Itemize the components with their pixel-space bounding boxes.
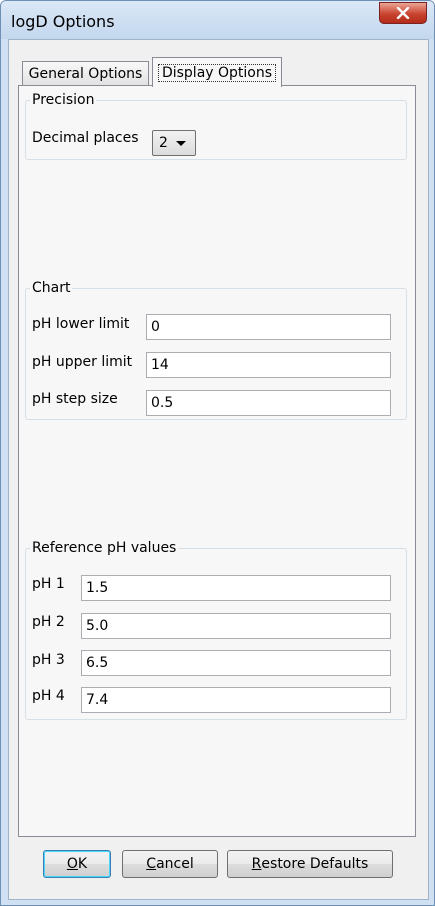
cancel-button[interactable]: Cancel bbox=[122, 850, 218, 878]
ph-3-label: pH 3 bbox=[32, 652, 65, 668]
ph-4-input[interactable]: 7.4 bbox=[81, 687, 391, 713]
ph-4-label: pH 4 bbox=[32, 688, 65, 704]
dialog-client-area: General Options Display Options Precisio… bbox=[8, 39, 429, 900]
dialog-window: logD Options General Options Display Opt… bbox=[0, 0, 435, 906]
ph-1-label: pH 1 bbox=[32, 576, 65, 592]
ph-step-size-label: pH step size bbox=[32, 391, 118, 407]
ph-upper-limit-input[interactable]: 14 bbox=[146, 352, 391, 378]
cancel-accel: C bbox=[146, 856, 157, 872]
ph-1-input[interactable]: 1.5 bbox=[81, 575, 391, 601]
precision-group: Precision Decimal places 2 bbox=[25, 92, 407, 160]
restore-label-rest: estore Defaults bbox=[261, 856, 369, 872]
ph-lower-limit-input[interactable]: 0 bbox=[146, 314, 391, 340]
reference-ph-group: Reference pH values pH 1 1.5 pH 2 5.0 pH… bbox=[25, 540, 407, 720]
ph-3-input[interactable]: 6.5 bbox=[81, 650, 391, 676]
ph-upper-limit-label: pH upper limit bbox=[32, 354, 133, 370]
chart-group: Chart pH lower limit 0 pH upper limit 14… bbox=[25, 280, 407, 420]
ph-2-label: pH 2 bbox=[32, 614, 65, 630]
close-icon bbox=[396, 7, 410, 19]
chart-legend: Chart bbox=[32, 280, 71, 296]
restore-accel: R bbox=[251, 856, 262, 872]
decimal-places-label: Decimal places bbox=[32, 130, 139, 146]
precision-legend: Precision bbox=[32, 92, 95, 108]
window-title: logD Options bbox=[11, 12, 115, 31]
decimal-places-value: 2 bbox=[159, 135, 168, 151]
ph-2-input[interactable]: 5.0 bbox=[81, 613, 391, 639]
ph-lower-limit-label: pH lower limit bbox=[32, 316, 130, 332]
display-options-panel: Precision Decimal places 2 Chart pH lowe… bbox=[18, 85, 416, 837]
ok-label-rest: K bbox=[77, 856, 88, 872]
ok-button[interactable]: OK bbox=[43, 850, 111, 878]
restore-defaults-button[interactable]: Restore Defaults bbox=[227, 850, 393, 878]
reference-ph-legend: Reference pH values bbox=[32, 540, 177, 556]
tab-label: Display Options bbox=[157, 63, 277, 82]
tab-label: General Options bbox=[28, 66, 143, 82]
title-bar[interactable]: logD Options bbox=[1, 1, 434, 39]
close-button[interactable] bbox=[379, 2, 427, 24]
tab-general-options[interactable]: General Options bbox=[22, 61, 149, 86]
chevron-down-icon bbox=[175, 140, 186, 146]
ok-accel: O bbox=[66, 856, 78, 872]
cancel-label-rest: ancel bbox=[156, 856, 194, 872]
ph-step-size-input[interactable]: 0.5 bbox=[146, 390, 391, 416]
tab-display-options[interactable]: Display Options bbox=[152, 57, 282, 87]
decimal-places-select[interactable]: 2 bbox=[152, 130, 196, 156]
